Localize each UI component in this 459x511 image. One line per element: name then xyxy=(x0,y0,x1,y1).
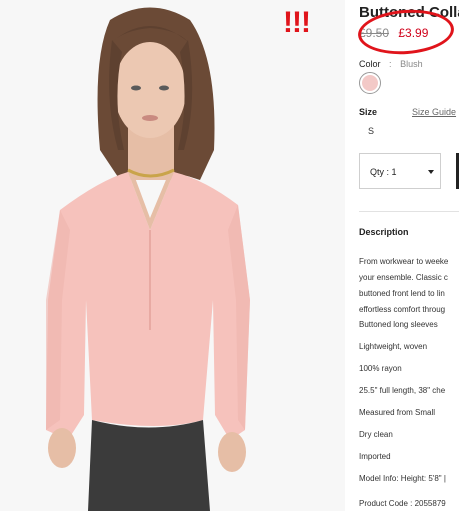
price-row: £9.50 £3.99 xyxy=(359,25,428,41)
size-label: Size xyxy=(359,107,378,117)
detail-item: Imported xyxy=(359,452,391,461)
description-title: Description xyxy=(359,227,409,237)
annotation-marks: !!! xyxy=(283,6,311,39)
quantity-select[interactable]: Qty : 1 xyxy=(359,153,441,189)
product-title: Buttoned Colla xyxy=(359,4,459,21)
chevron-down-icon xyxy=(428,170,434,174)
detail-item: 100% rayon xyxy=(359,364,402,373)
description-line: your ensemble. Classic c xyxy=(359,273,448,282)
size-guide-link[interactable]: Size Guide xyxy=(412,107,456,117)
detail-item: Model Info: Height: 5'8" | xyxy=(359,474,446,483)
detail-item: Dry clean xyxy=(359,430,393,439)
color-swatch-fill xyxy=(362,75,378,91)
description-line: buttoned front lend to lin xyxy=(359,289,445,298)
detail-item: 25.5" full length, 38" che xyxy=(359,386,446,395)
color-label: Color xyxy=(359,59,381,69)
sale-price: £3.99 xyxy=(398,26,429,40)
size-option-s[interactable]: S xyxy=(368,126,374,136)
divider xyxy=(359,211,459,212)
quantity-select-value: Qty : 1 xyxy=(370,167,397,177)
description-text: From workwear to weeke your ensemble. Cl… xyxy=(359,254,459,318)
product-details-panel: Buttoned Colla £9.50 £3.99 Color : Blush… xyxy=(359,0,459,511)
detail-item: Lightweight, woven xyxy=(359,342,428,351)
product-details-list: Buttoned long sleeves Lightweight, woven… xyxy=(359,319,459,495)
color-row: Color : Blush xyxy=(359,59,423,69)
color-separator: : xyxy=(389,59,392,69)
description-line: From workwear to weeke xyxy=(359,257,449,266)
detail-item: Buttoned long sleeves xyxy=(359,320,438,329)
product-code: Product Code : 2055879 xyxy=(359,499,446,508)
original-price: £9.50 xyxy=(359,26,390,40)
detail-item: Measured from Small xyxy=(359,408,436,417)
color-value: Blush xyxy=(400,59,423,69)
color-swatch-blush[interactable] xyxy=(359,72,381,94)
product-image[interactable] xyxy=(0,0,345,511)
description-line: effortless comfort throug xyxy=(359,305,446,314)
model-photo xyxy=(0,0,345,511)
